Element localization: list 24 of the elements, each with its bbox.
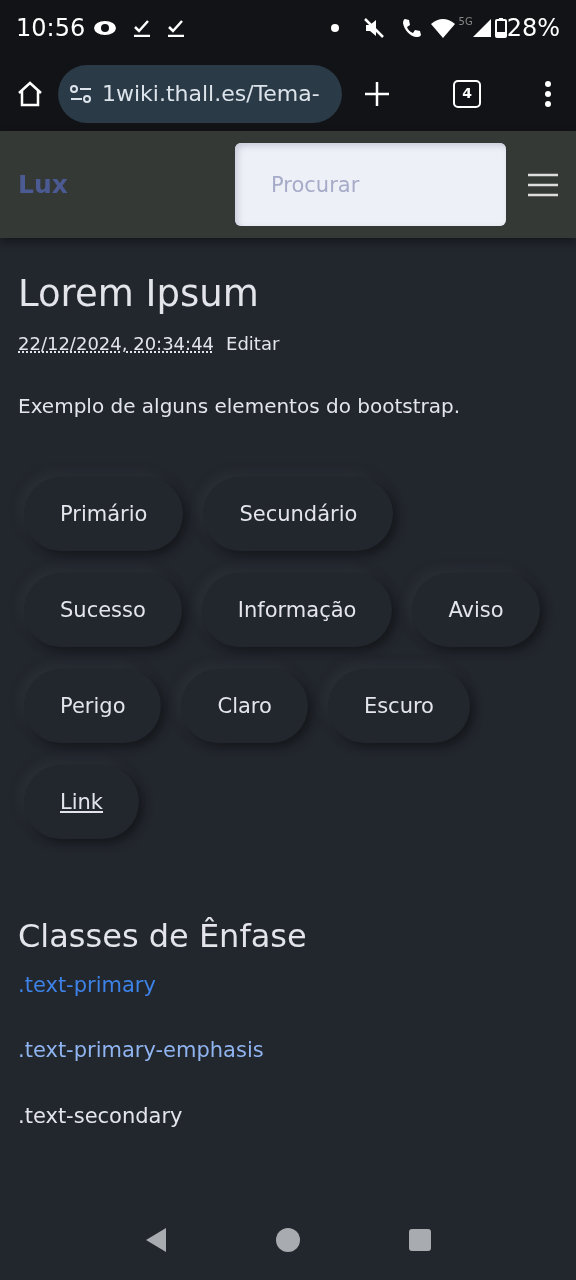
status-time: 10:56 — [16, 13, 86, 44]
button[interactable]: Aviso — [412, 573, 540, 648]
tab-count-button[interactable]: 4 — [453, 79, 481, 108]
button[interactable]: Perigo — [24, 669, 162, 744]
timestamp: 22/12/2024, 20:34:44 — [18, 333, 215, 355]
class-example-text: .text-secondary — [18, 1102, 184, 1130]
button[interactable]: Claro — [181, 669, 308, 744]
button[interactable]: Escuro — [327, 669, 470, 744]
button[interactable]: Secundário — [203, 477, 394, 552]
button[interactable]: Primário — [24, 477, 184, 552]
search-field[interactable]: Procurar — [235, 143, 506, 226]
section-heading: Classes de Ênfase — [18, 917, 308, 956]
network-label: 5G — [458, 15, 473, 29]
button[interactable]: Informação — [201, 573, 393, 648]
class-example-text: .text-primary-emphasis — [18, 1037, 265, 1065]
button[interactable]: Sucesso — [24, 573, 182, 648]
link-button[interactable]: Link — [24, 765, 139, 840]
url-text: 1wiki.thall.es/Tema- — [102, 80, 320, 108]
battery-percent: 28% — [506, 13, 560, 44]
edit-link[interactable]: Editar — [226, 333, 280, 355]
address-bar[interactable]: 1wiki.thall.es/Tema- — [58, 64, 342, 123]
class-example-text: .text-primary — [18, 971, 157, 999]
page-title: Lorem Ipsum — [18, 272, 260, 317]
intro-text: Exemplo de alguns elementos do bootstrap. — [18, 393, 462, 421]
